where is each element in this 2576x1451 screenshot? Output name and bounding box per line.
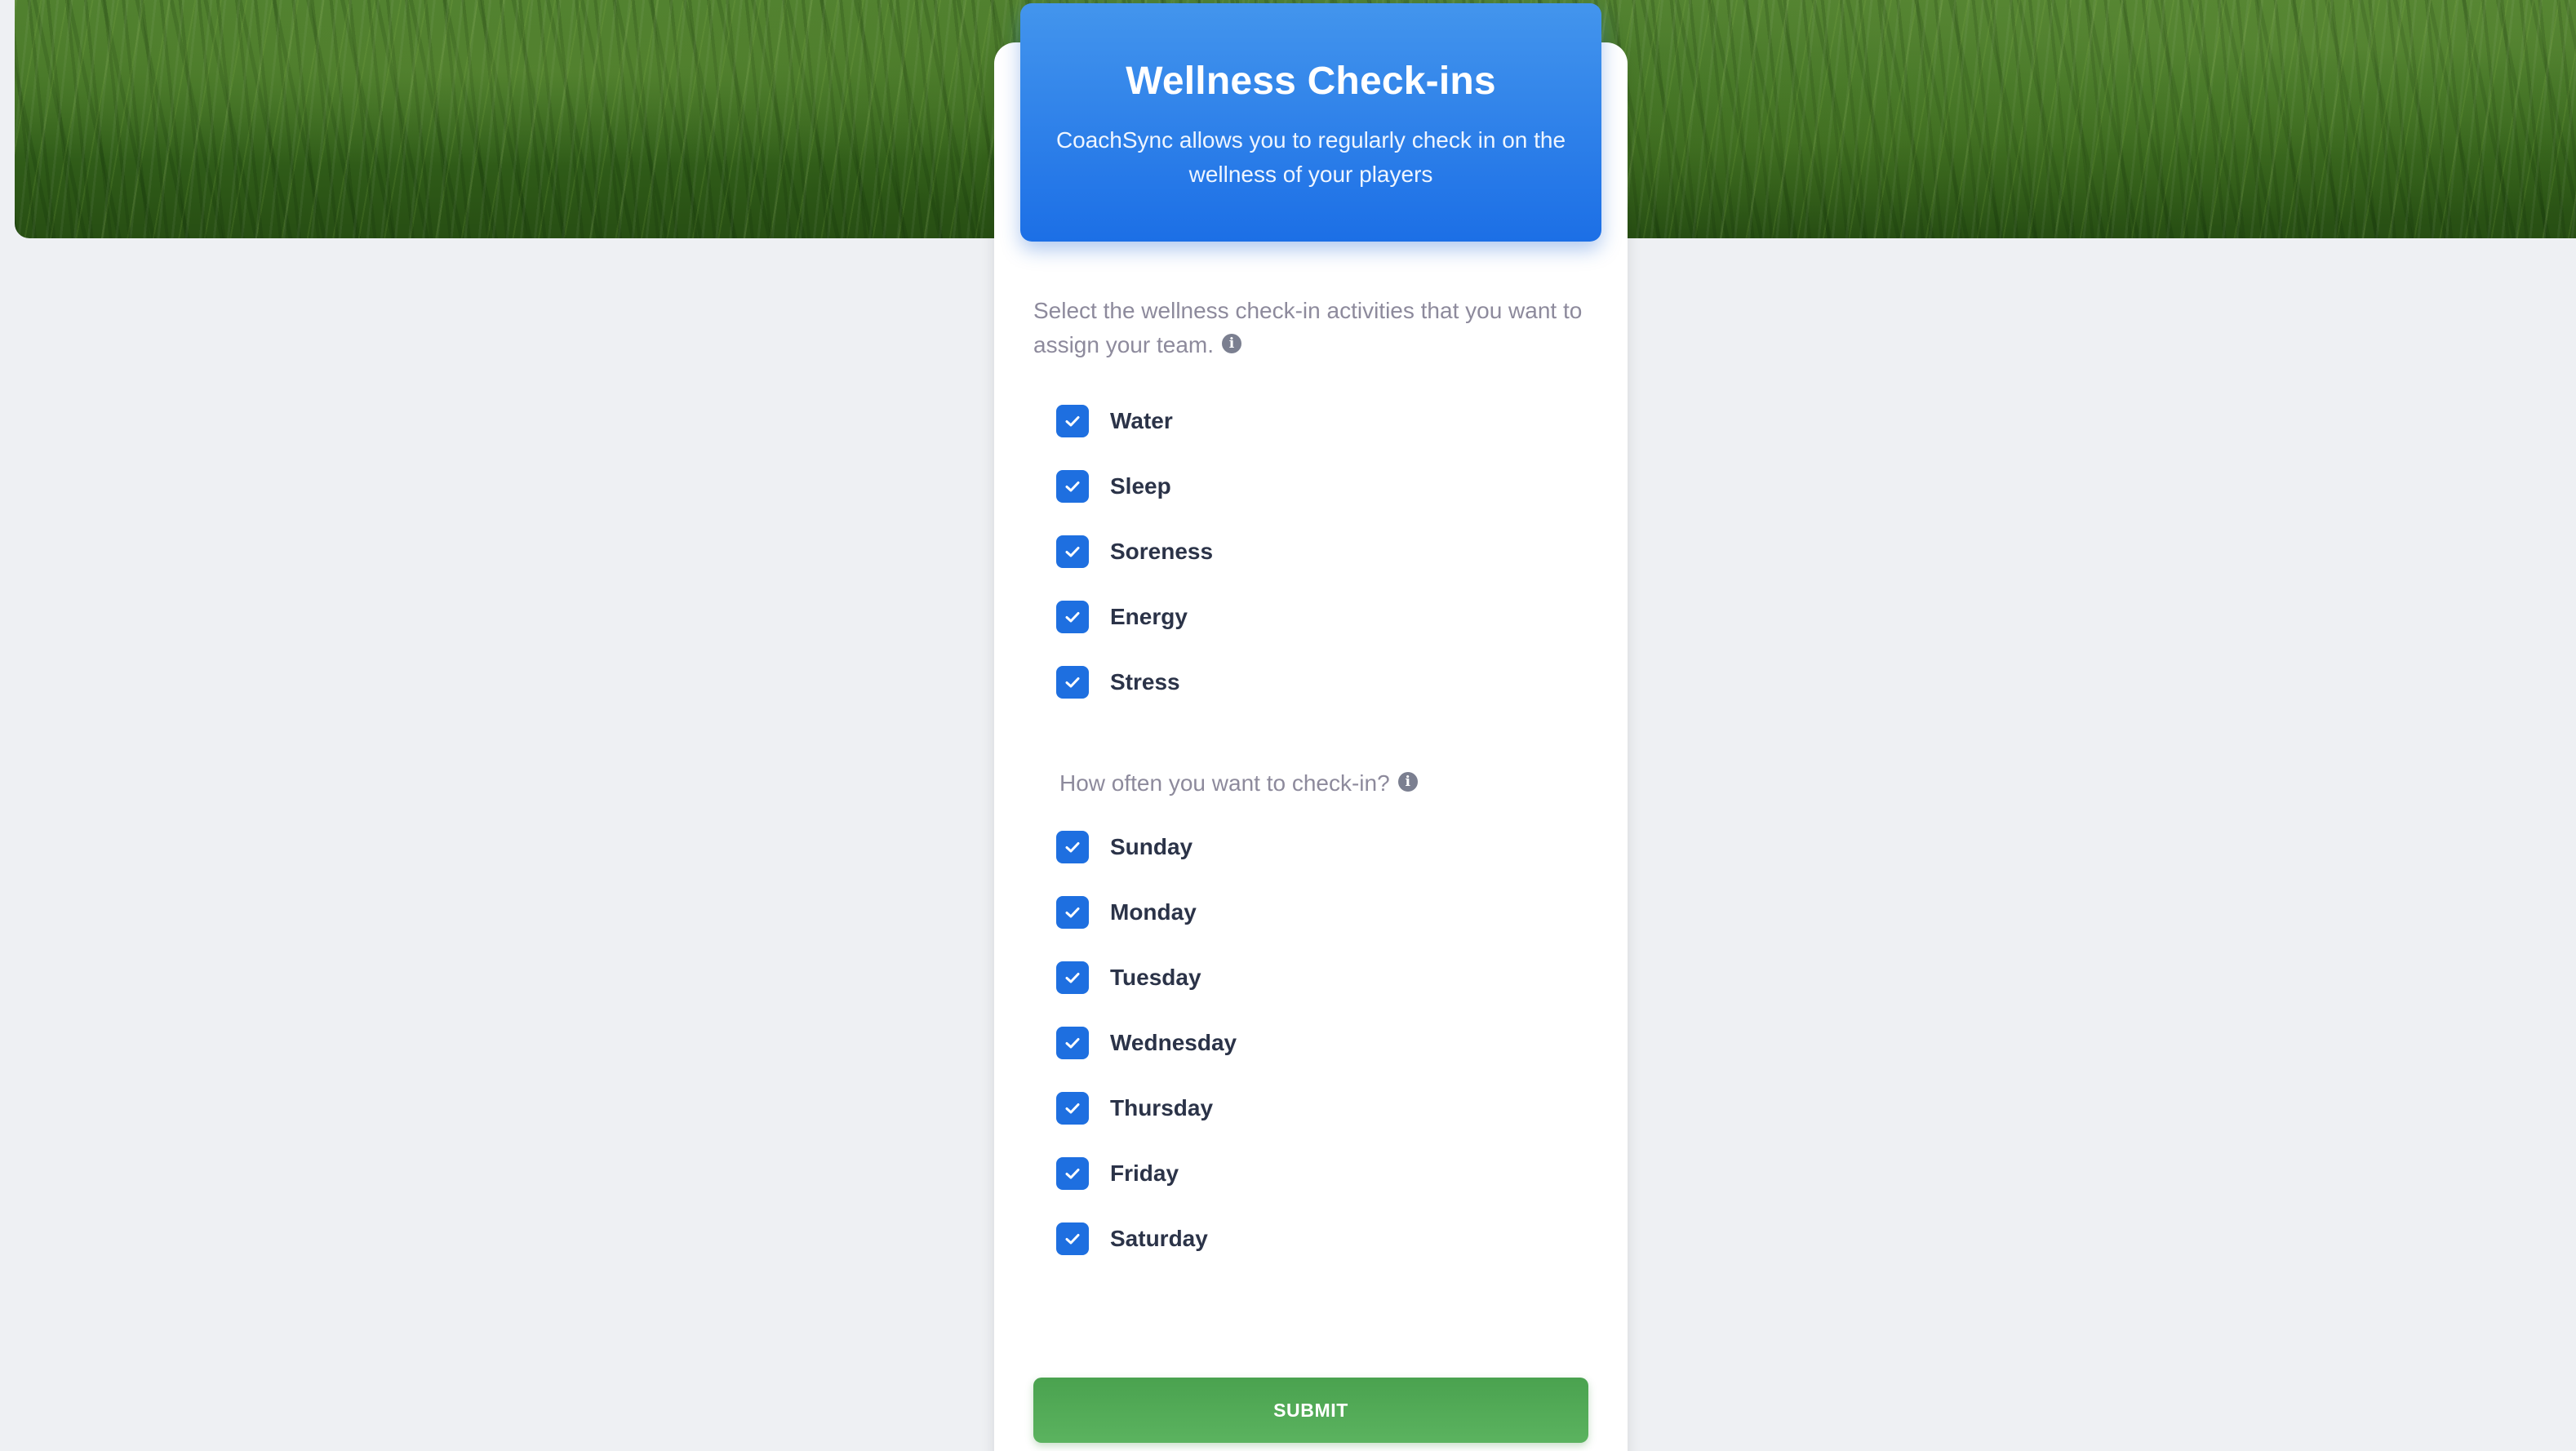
frequency-prompt: How often you want to check-in? i [1059,764,1418,803]
check-icon [1065,842,1080,853]
checkbox-row-soreness[interactable]: Soreness [1056,519,1546,584]
checkbox-sleep[interactable] [1056,470,1089,503]
checkbox-label: Wednesday [1110,1030,1237,1055]
check-icon [1065,612,1080,623]
checkbox-water[interactable] [1056,405,1089,437]
checkbox-row-sleep[interactable]: Sleep [1056,454,1546,519]
checkbox-row-stress[interactable]: Stress [1056,650,1546,715]
checkbox-sunday[interactable] [1056,831,1089,863]
days-checklist: Sunday Monday Tuesday Wednesday Thursday [1056,814,1546,1271]
check-icon [1065,1234,1080,1245]
check-icon [1065,416,1080,427]
checkbox-row-tuesday[interactable]: Tuesday [1056,945,1546,1010]
check-icon [1065,973,1080,983]
checkbox-saturday[interactable] [1056,1222,1089,1255]
checkbox-label: Water [1110,408,1173,433]
check-icon [1065,547,1080,557]
checkbox-row-thursday[interactable]: Thursday [1056,1076,1546,1141]
checkbox-label: Thursday [1110,1095,1214,1120]
activities-prompt: Select the wellness check-in activities … [1033,294,1597,362]
info-icon[interactable]: i [1397,772,1418,792]
check-icon [1065,481,1080,492]
page: Wellness Check-ins CoachSync allows you … [0,0,2576,1451]
checkbox-label: Soreness [1110,539,1214,564]
checkbox-row-monday[interactable]: Monday [1056,880,1546,945]
checkbox-stress[interactable] [1056,666,1089,699]
checkbox-row-energy[interactable]: Energy [1056,584,1546,650]
check-icon [1065,677,1080,688]
checkbox-row-sunday[interactable]: Sunday [1056,814,1546,880]
check-icon [1065,1169,1080,1179]
checkbox-row-friday[interactable]: Friday [1056,1141,1546,1206]
submit-button[interactable]: SUBMIT [1033,1378,1588,1443]
activities-prompt-text: Select the wellness check-in activities … [1033,298,1583,357]
card-header: Wellness Check-ins CoachSync allows you … [1020,3,1601,242]
checkbox-row-wednesday[interactable]: Wednesday [1056,1010,1546,1076]
checkbox-friday[interactable] [1056,1157,1089,1190]
checkbox-label: Friday [1110,1160,1179,1186]
page-subtitle: CoachSync allows you to regularly check … [1055,127,1566,187]
check-icon [1065,1103,1080,1114]
checkbox-label: Monday [1110,899,1197,925]
frequency-prompt-text: How often you want to check-in? [1059,770,1390,796]
checkbox-label: Saturday [1110,1226,1208,1251]
checkbox-wednesday[interactable] [1056,1027,1089,1059]
checkbox-thursday[interactable] [1056,1092,1089,1125]
checkbox-row-saturday[interactable]: Saturday [1056,1206,1546,1271]
checkbox-monday[interactable] [1056,896,1089,929]
checkbox-row-water[interactable]: Water [1056,388,1546,454]
checkbox-label: Stress [1110,669,1180,694]
checkbox-tuesday[interactable] [1056,961,1089,994]
checkbox-label: Tuesday [1110,965,1201,990]
checkbox-label: Sleep [1110,473,1171,499]
checkbox-soreness[interactable] [1056,535,1089,568]
info-icon[interactable]: i [1222,334,1241,353]
check-icon [1065,1038,1080,1049]
checkbox-label: Sunday [1110,834,1193,859]
page-title: Wellness Check-ins [1126,60,1496,103]
checkbox-energy[interactable] [1056,601,1089,633]
activities-checklist: Water Sleep Soreness Energy Stress [1056,388,1546,715]
check-icon [1065,907,1080,918]
checkbox-label: Energy [1110,604,1188,629]
